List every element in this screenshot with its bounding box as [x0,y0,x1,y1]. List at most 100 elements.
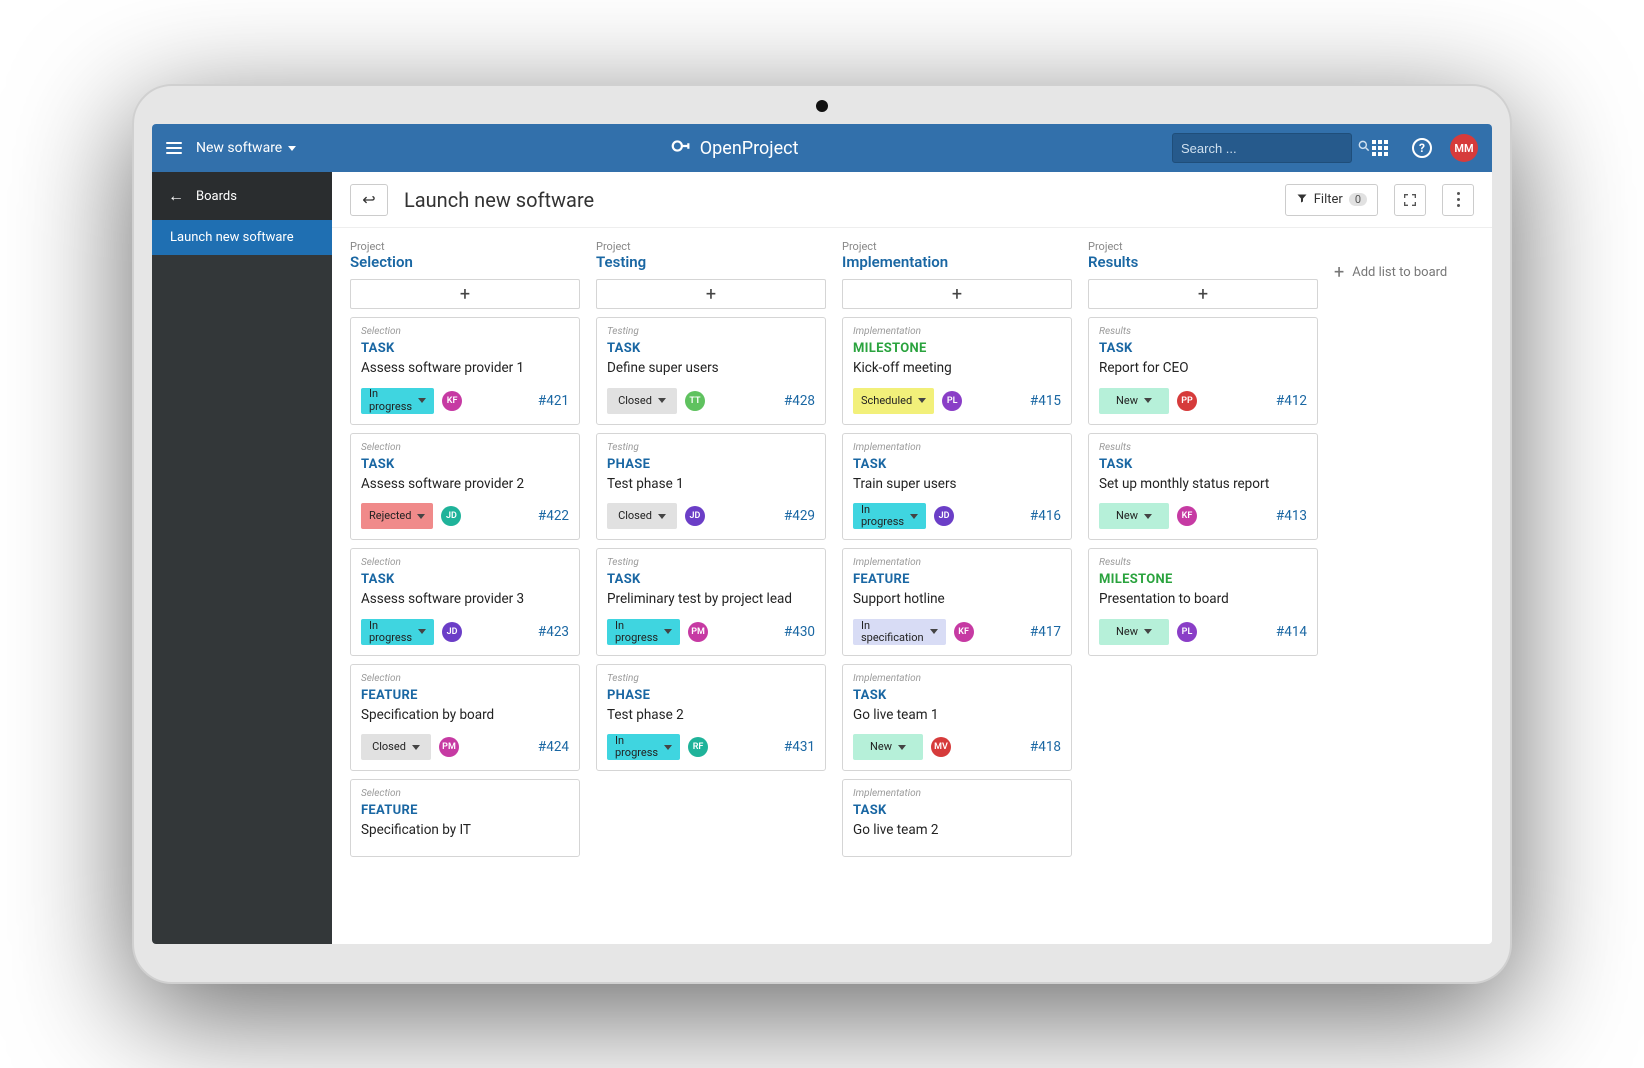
card-title: Go live team 2 [853,822,1061,840]
help-icon[interactable]: ? [1408,134,1436,162]
assignee-avatar[interactable]: PM [688,622,708,642]
card[interactable]: SelectionTASKAssess software provider 3I… [350,548,580,656]
assignee-avatar[interactable]: RF [688,737,708,757]
assignee-avatar[interactable]: JD [442,622,462,642]
add-card-button[interactable]: + [842,279,1072,309]
filter-button[interactable]: Filter 0 [1285,184,1378,216]
sidebar-item[interactable]: Launch new software [152,220,332,255]
card-id[interactable]: #421 [538,393,569,409]
card-id[interactable]: #418 [1030,739,1061,755]
card-id[interactable]: #416 [1030,508,1061,524]
card[interactable]: TestingPHASETest phase 1ClosedJD#429 [596,433,826,541]
card-title: Define super users [607,360,815,378]
status-chip[interactable]: Closed [361,734,431,760]
fullscreen-button[interactable] [1394,184,1426,216]
card[interactable]: SelectionTASKAssess software provider 2R… [350,433,580,541]
card[interactable]: TestingTASKPreliminary test by project l… [596,548,826,656]
brand[interactable]: OpenProject [670,135,799,162]
card[interactable]: TestingTASKDefine super usersClosedTT#42… [596,317,826,425]
card-title: Specification by IT [361,822,569,840]
card[interactable]: TestingPHASETest phase 2InprogressRF#431 [596,664,826,772]
assignee-avatar[interactable]: PL [942,391,962,411]
add-card-button[interactable]: + [1088,279,1318,309]
assignee-avatar[interactable]: JD [934,506,954,526]
status-chip[interactable]: Closed [607,503,677,529]
card-id[interactable]: #415 [1030,393,1061,409]
add-card-button[interactable]: + [596,279,826,309]
card[interactable]: ImplementationTASKTrain super usersInpro… [842,433,1072,541]
status-chip[interactable]: New [1099,619,1169,645]
user-avatar[interactable]: MM [1450,134,1478,162]
card-type: FEATURE [361,803,569,818]
main: ↩ Launch new software Filter 0 [332,172,1492,944]
card[interactable]: ResultsTASKReport for CEONewPP#412 [1088,317,1318,425]
search-box[interactable] [1172,133,1352,163]
card[interactable]: ImplementationTASKGo live team 2 [842,779,1072,857]
list-name[interactable]: Implementation [842,253,1072,271]
assignee-avatar[interactable]: JD [685,506,705,526]
status-chip[interactable]: Scheduled [853,388,934,414]
up-button[interactable]: ↩ [350,184,388,216]
assignee-avatar[interactable]: MV [931,737,951,757]
card-id[interactable]: #431 [784,739,815,755]
assignee-avatar[interactable]: KF [1177,506,1197,526]
card[interactable]: ImplementationFEATURESupport hotlineInsp… [842,548,1072,656]
status-chip[interactable]: New [1099,388,1169,414]
card-title: Test phase 1 [607,476,815,494]
card-id[interactable]: #422 [538,508,569,524]
assignee-avatar[interactable]: TT [685,391,705,411]
card[interactable]: ImplementationMILESTONEKick-off meetingS… [842,317,1072,425]
card-id[interactable]: #417 [1030,624,1061,640]
search-input[interactable] [1181,141,1357,156]
status-chip[interactable]: New [1099,503,1169,529]
card[interactable]: ResultsTASKSet up monthly status reportN… [1088,433,1318,541]
status-chip[interactable]: Inprogress [853,503,926,529]
card[interactable]: ResultsMILESTONEPresentation to boardNew… [1088,548,1318,656]
assignee-avatar[interactable]: PL [1177,622,1197,642]
menu-icon[interactable] [166,142,182,154]
add-card-button[interactable]: + [350,279,580,309]
card[interactable]: SelectionFEATURESpecification by IT [350,779,580,857]
card-type: FEATURE [853,572,1061,587]
list-header: ProjectSelection [350,240,580,271]
list-name[interactable]: Selection [350,253,580,271]
assignee-avatar[interactable]: KF [954,622,974,642]
filter-icon [1296,192,1308,208]
card-id[interactable]: #429 [784,508,815,524]
card[interactable]: SelectionTASKAssess software provider 1I… [350,317,580,425]
list-name[interactable]: Testing [596,253,826,271]
status-chip[interactable]: Inprogress [607,734,680,760]
card-title: Assess software provider 2 [361,476,569,494]
assignee-avatar[interactable]: KF [442,391,462,411]
add-list-button[interactable]: +Add list to board [1334,240,1474,283]
status-chip[interactable]: Inprogress [361,388,434,414]
card[interactable]: ImplementationTASKGo live team 1NewMV#41… [842,664,1072,772]
status-chip[interactable]: Inspecification [853,619,946,645]
card-id[interactable]: #413 [1276,508,1307,524]
status-chip[interactable]: Inprogress [607,619,680,645]
card[interactable]: SelectionFEATURESpecification by boardCl… [350,664,580,772]
apps-icon[interactable] [1366,134,1394,162]
list-name[interactable]: Results [1088,253,1318,271]
back-icon[interactable]: ← [168,186,184,206]
assignee-avatar[interactable]: JD [441,506,461,526]
status-chip[interactable]: Inprogress [361,619,434,645]
card-id[interactable]: #424 [538,739,569,755]
list-header: ProjectTesting [596,240,826,271]
more-button[interactable] [1442,184,1474,216]
card-title: Preliminary test by project lead [607,591,815,609]
assignee-avatar[interactable]: PP [1177,391,1197,411]
card-id[interactable]: #423 [538,624,569,640]
chevron-down-icon [658,398,666,403]
card-id[interactable]: #430 [784,624,815,640]
card-id[interactable]: #412 [1276,393,1307,409]
add-list-label: Add list to board [1352,265,1447,280]
card-title: Set up monthly status report [1099,476,1307,494]
status-chip[interactable]: Rejected [361,503,433,529]
card-id[interactable]: #414 [1276,624,1307,640]
assignee-avatar[interactable]: PM [439,737,459,757]
status-chip[interactable]: Closed [607,388,677,414]
project-selector[interactable]: New software [196,140,296,156]
card-id[interactable]: #428 [784,393,815,409]
status-chip[interactable]: New [853,734,923,760]
